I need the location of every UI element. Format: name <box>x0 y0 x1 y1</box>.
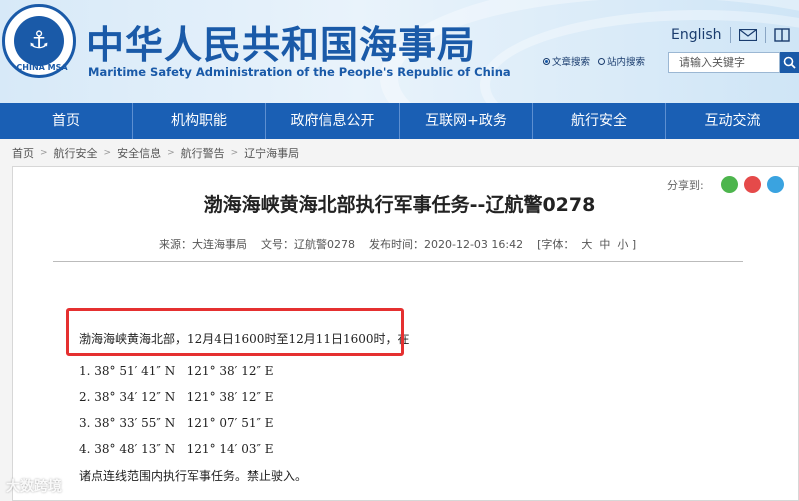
breadcrumb-item[interactable]: 航行安全 <box>54 145 98 161</box>
radio-site-search[interactable] <box>598 57 606 65</box>
search-button[interactable] <box>780 52 799 73</box>
anchor-icon: ⚓ <box>28 26 50 54</box>
radio-site-search-label: 站内搜索 <box>607 57 646 68</box>
site-subtitle: Maritime Safety Administration of the Pe… <box>88 65 511 79</box>
breadcrumb-item[interactable]: 首页 <box>12 145 34 161</box>
search-icon <box>783 56 796 69</box>
msa-logo[interactable]: ⚓ CHINA MSA <box>2 4 76 78</box>
coordinate-point: 4. 38° 48′ 13″ N 121° 14′ 03″ E <box>79 442 274 456</box>
divider <box>53 261 743 262</box>
breadcrumb-item[interactable]: 航行警告 <box>181 145 225 161</box>
highlight-box <box>66 308 404 356</box>
nav-item-navigation-safety[interactable]: 航行安全 <box>533 103 666 139</box>
mail-icon[interactable] <box>738 29 757 41</box>
breadcrumb-item[interactable]: 辽宁海事局 <box>244 145 299 161</box>
coordinate-point: 1. 38° 51′ 41″ N 121° 38′ 12″ E <box>79 364 274 378</box>
article-source: 来源：大连海事局 <box>159 238 247 251</box>
divider <box>729 27 731 43</box>
breadcrumb: 首页 > 航行安全 > 安全信息 > 航行警告 > 辽宁海事局 <box>12 145 299 161</box>
breadcrumb-item[interactable]: 安全信息 <box>117 145 161 161</box>
top-links: English <box>671 24 790 46</box>
logo-text: CHINA MSA <box>16 63 68 72</box>
article-publish-time: 发布时间：2020-12-03 16:42 <box>369 238 524 251</box>
main-nav: 首页 机构职能 政府信息公开 互联网+政务 航行安全 互动交流 <box>0 103 799 139</box>
english-link[interactable]: English <box>671 27 722 43</box>
watermark: 大数跨境 <box>6 479 62 495</box>
nav-item-functions[interactable]: 机构职能 <box>133 103 266 139</box>
chevron-right-icon: > <box>167 148 175 158</box>
book-icon[interactable] <box>773 28 790 42</box>
nav-item-interaction[interactable]: 互动交流 <box>666 103 799 139</box>
font-size-control[interactable]: [字体： 大 中 小 ] <box>537 238 636 251</box>
chevron-right-icon: > <box>103 148 112 158</box>
chevron-right-icon: > <box>230 148 239 158</box>
search-scope-options: 文章搜索 站内搜索 <box>543 54 653 68</box>
radio-doc-search[interactable] <box>543 57 550 65</box>
article-meta: 来源：大连海事局 文号：辽航警0278 发布时间：2020-12-03 16:42 [… <box>159 236 650 252</box>
site-title: 中华人民共和国海事局 <box>86 23 477 67</box>
radio-doc-search-label: 文章搜索 <box>552 57 591 68</box>
article-doc-number: 文号：辽航警0278 <box>261 238 355 251</box>
article-closing: 诸点连线范围内执行军事任务。禁止驶入。 <box>79 469 308 483</box>
coordinate-point: 3. 38° 33′ 55″ N 121° 07′ 51″ E <box>79 416 274 430</box>
article-title: 渤海海峡黄海北部执行军事任务--辽航警0278 <box>203 194 596 216</box>
nav-item-internet-services[interactable]: 互联网+政务 <box>400 103 533 139</box>
nav-item-gov-info[interactable]: 政府信息公开 <box>266 103 400 139</box>
search-input[interactable]: 请输入关键字 <box>668 52 780 73</box>
site-header: ⚓ CHINA MSA 中华人民共和国海事局 Maritime Safety A… <box>0 0 799 103</box>
divider <box>764 27 766 43</box>
nav-item-home[interactable]: 首页 <box>0 103 133 139</box>
chevron-right-icon: > <box>40 148 48 158</box>
coordinate-point: 2. 38° 34′ 12″ N 121° 38′ 12″ E <box>79 390 274 404</box>
anchor-emblem: ⚓ <box>14 16 64 66</box>
